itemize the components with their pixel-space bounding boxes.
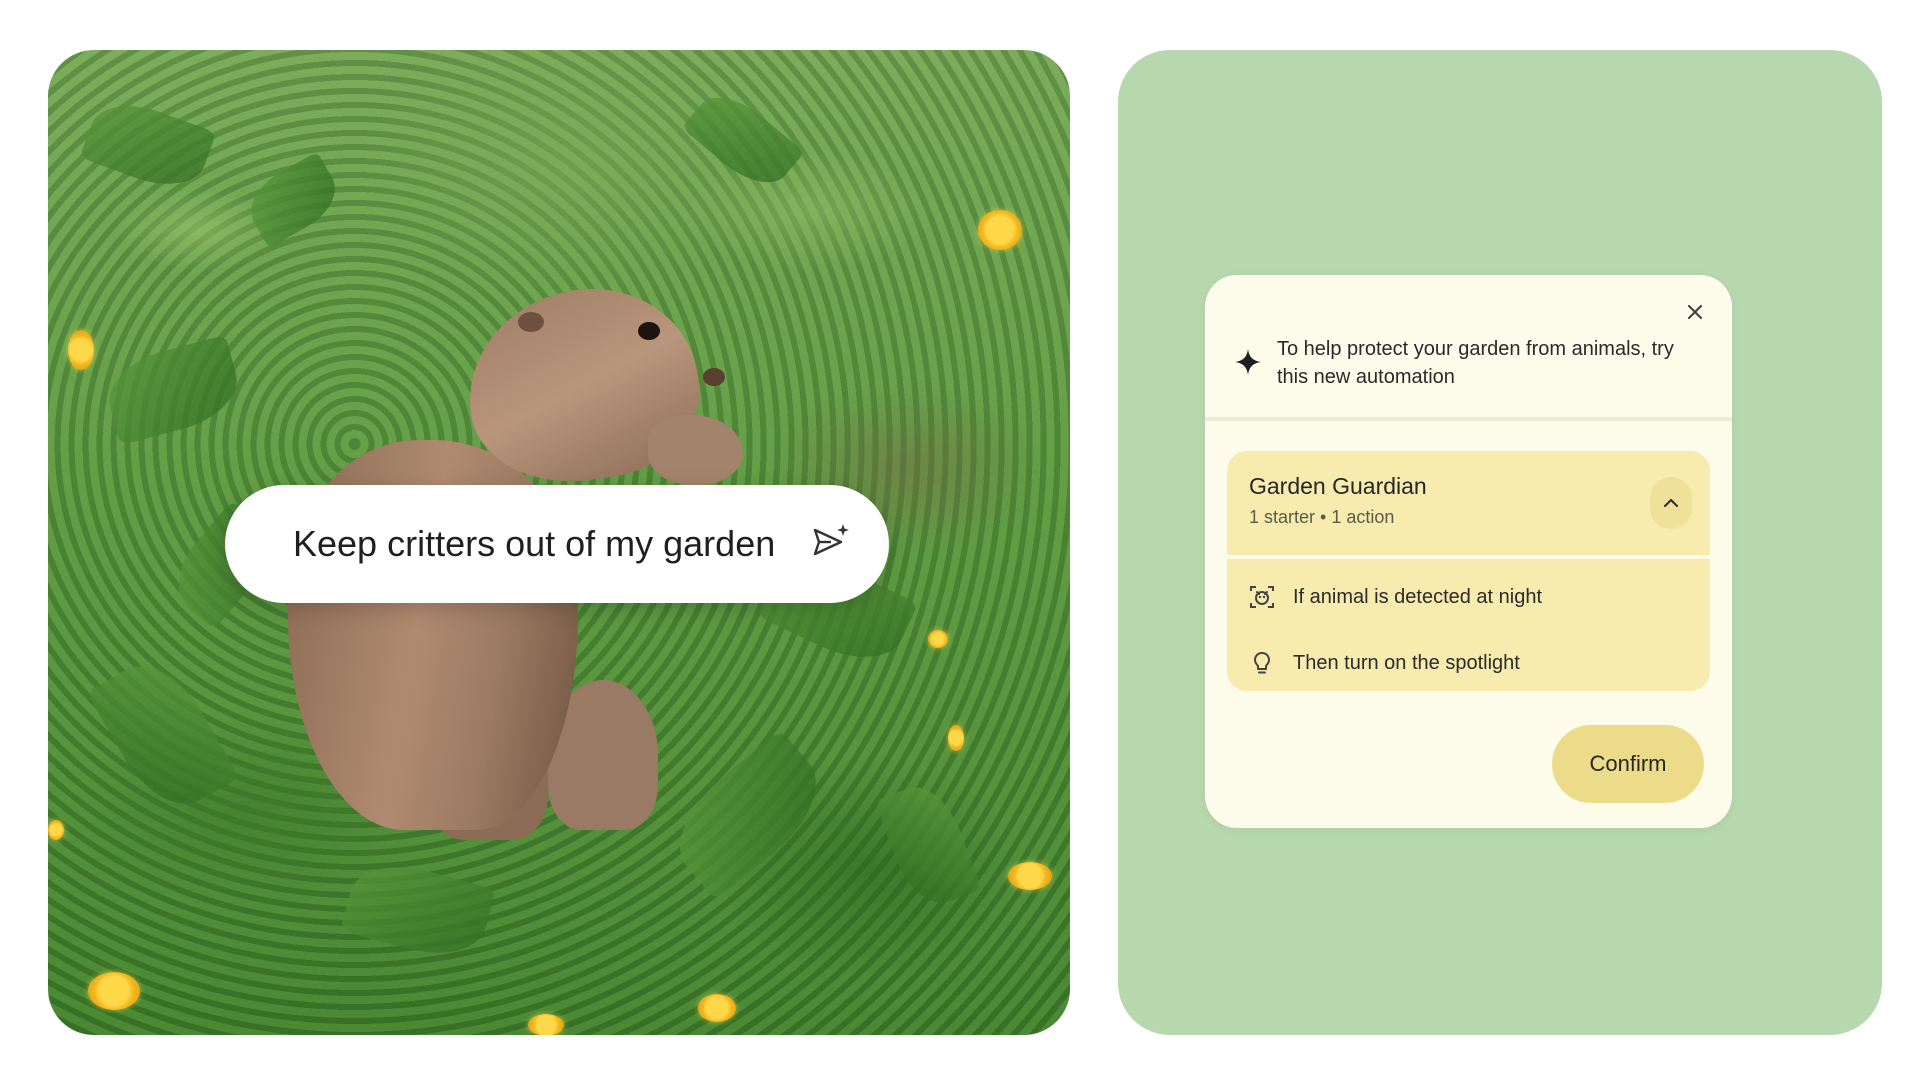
sparkle-icon xyxy=(1235,349,1261,375)
automation-steps: If animal is detected at night Then turn… xyxy=(1227,559,1710,691)
suggestion-header: To help protect your garden from animals… xyxy=(1205,275,1732,421)
suggestion-message: To help protect your garden from animals… xyxy=(1277,338,1674,388)
lightbulb-icon xyxy=(1254,652,1270,674)
close-icon[interactable] xyxy=(1684,301,1706,323)
prompt-text: Keep critters out of my garden xyxy=(293,523,776,564)
send-sparkle-icon[interactable] xyxy=(811,522,851,562)
starter-label: If animal is detected at night xyxy=(1293,585,1543,608)
prompt-input[interactable]: Keep critters out of my garden xyxy=(225,485,889,603)
automation-header[interactable]: Garden Guardian 1 starter • 1 action xyxy=(1227,451,1710,555)
camera-detect-icon xyxy=(1250,586,1274,608)
automation-suggestion-card: To help protect your garden from animals… xyxy=(1205,275,1732,828)
automation-subtitle: 1 starter • 1 action xyxy=(1249,507,1395,527)
action-label: Then turn on the spotlight xyxy=(1293,651,1520,674)
automation-title: Garden Guardian xyxy=(1249,473,1427,499)
starter-row[interactable]: If animal is detected at night xyxy=(1249,577,1542,617)
chevron-up-icon xyxy=(1663,498,1679,508)
action-row[interactable]: Then turn on the spotlight xyxy=(1249,643,1520,683)
confirm-button[interactable]: Confirm xyxy=(1552,725,1704,803)
collapse-button[interactable] xyxy=(1650,477,1692,529)
